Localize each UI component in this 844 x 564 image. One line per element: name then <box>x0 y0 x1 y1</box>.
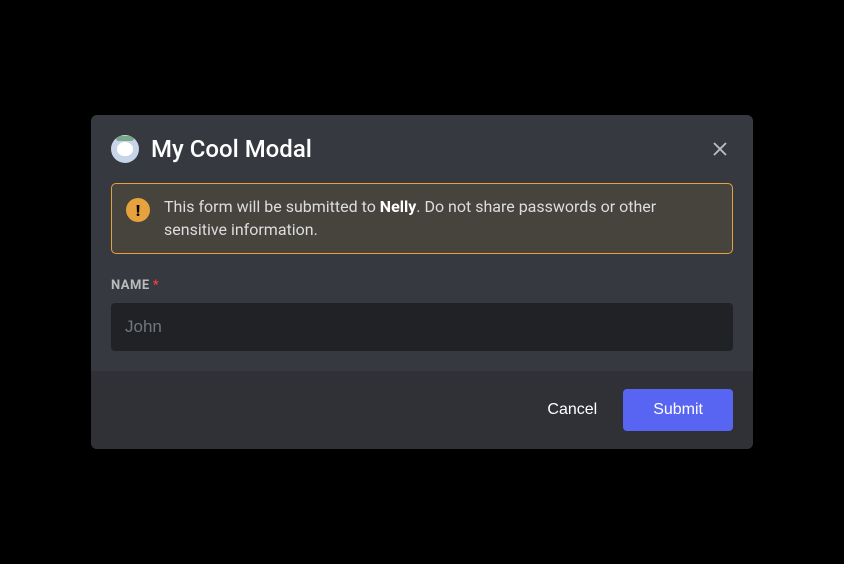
close-button[interactable] <box>707 136 733 162</box>
app-avatar-icon <box>111 135 139 163</box>
modal-dialog: My Cool Modal ! This form will be submit… <box>91 115 753 449</box>
required-marker: * <box>153 278 159 293</box>
warning-icon: ! <box>126 198 150 222</box>
modal-footer: Cancel Submit <box>91 371 753 449</box>
cancel-button[interactable]: Cancel <box>539 391 605 429</box>
submit-button[interactable]: Submit <box>623 389 733 431</box>
warning-text: This form will be submitted to Nelly. Do… <box>164 196 718 241</box>
modal-title: My Cool Modal <box>151 135 707 163</box>
modal-body: ! This form will be submitted to Nelly. … <box>91 175 753 371</box>
close-icon <box>710 139 730 159</box>
modal-header: My Cool Modal <box>91 115 753 175</box>
warning-banner: ! This form will be submitted to Nelly. … <box>111 183 733 254</box>
name-field-label: Name* <box>111 278 733 293</box>
name-input[interactable] <box>111 303 733 351</box>
